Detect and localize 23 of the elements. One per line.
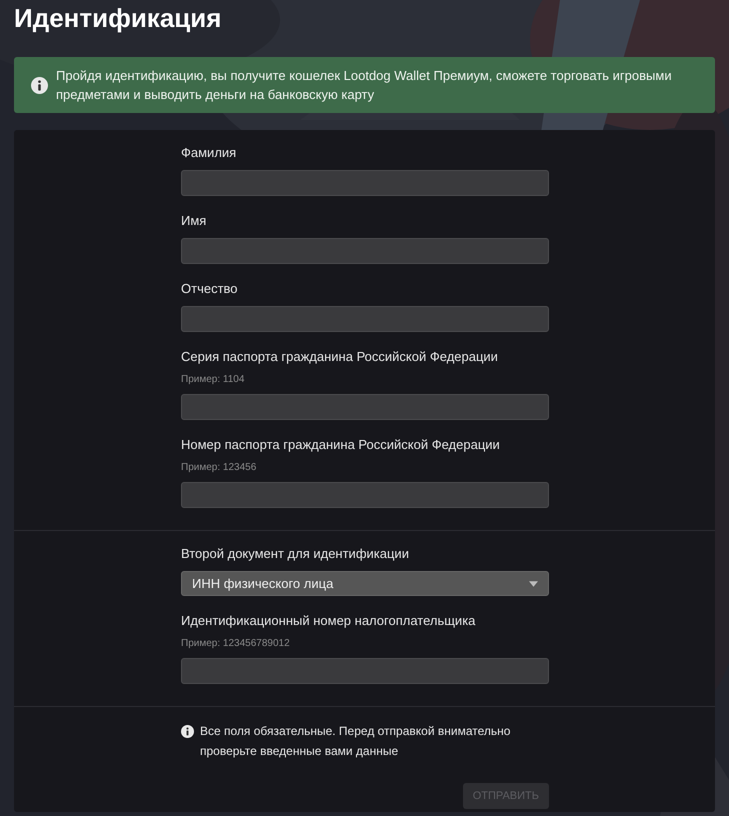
field-label: Отчество [181,280,239,298]
notice-text: Пройдя идентификацию, вы получите кошелек Lootdog Wallet Премиум, сможете торговать игровыми предметами и выводить деньги на банковскую карту [56,67,673,104]
field-hint: Пример: 123456789012 [181,637,291,650]
field-label: Идентификационный номер налогоплательщика [181,612,476,630]
field-hint: Пример: 1104 [181,373,246,386]
input-field[interactable] [181,658,549,684]
field-label: Серия паспорта гражданина Российской Федерации [181,348,499,366]
required-note: Все поля обязательные. Перед отправкой внимательно проверьте введенные вами данные [200,723,512,760]
caret-icon [529,580,538,586]
field-label: Номер паспорта гражданина Российской Федерации [181,436,501,454]
page-title: Идентификация [14,2,222,35]
field-label: Фамилия [181,144,238,162]
field-label: Второй документ для идентификации [181,545,410,563]
info-icon [181,725,194,738]
field-label: Имя [181,212,208,230]
input-field[interactable] [181,170,549,196]
info-icon [31,76,48,94]
input-field[interactable] [181,394,549,420]
input-field[interactable] [181,238,549,264]
input-field[interactable] [181,482,549,508]
input-field[interactable] [181,306,549,332]
dropdown[interactable]: ИНН физического лица [181,571,549,596]
field-hint: Пример: 123456 [181,461,258,474]
